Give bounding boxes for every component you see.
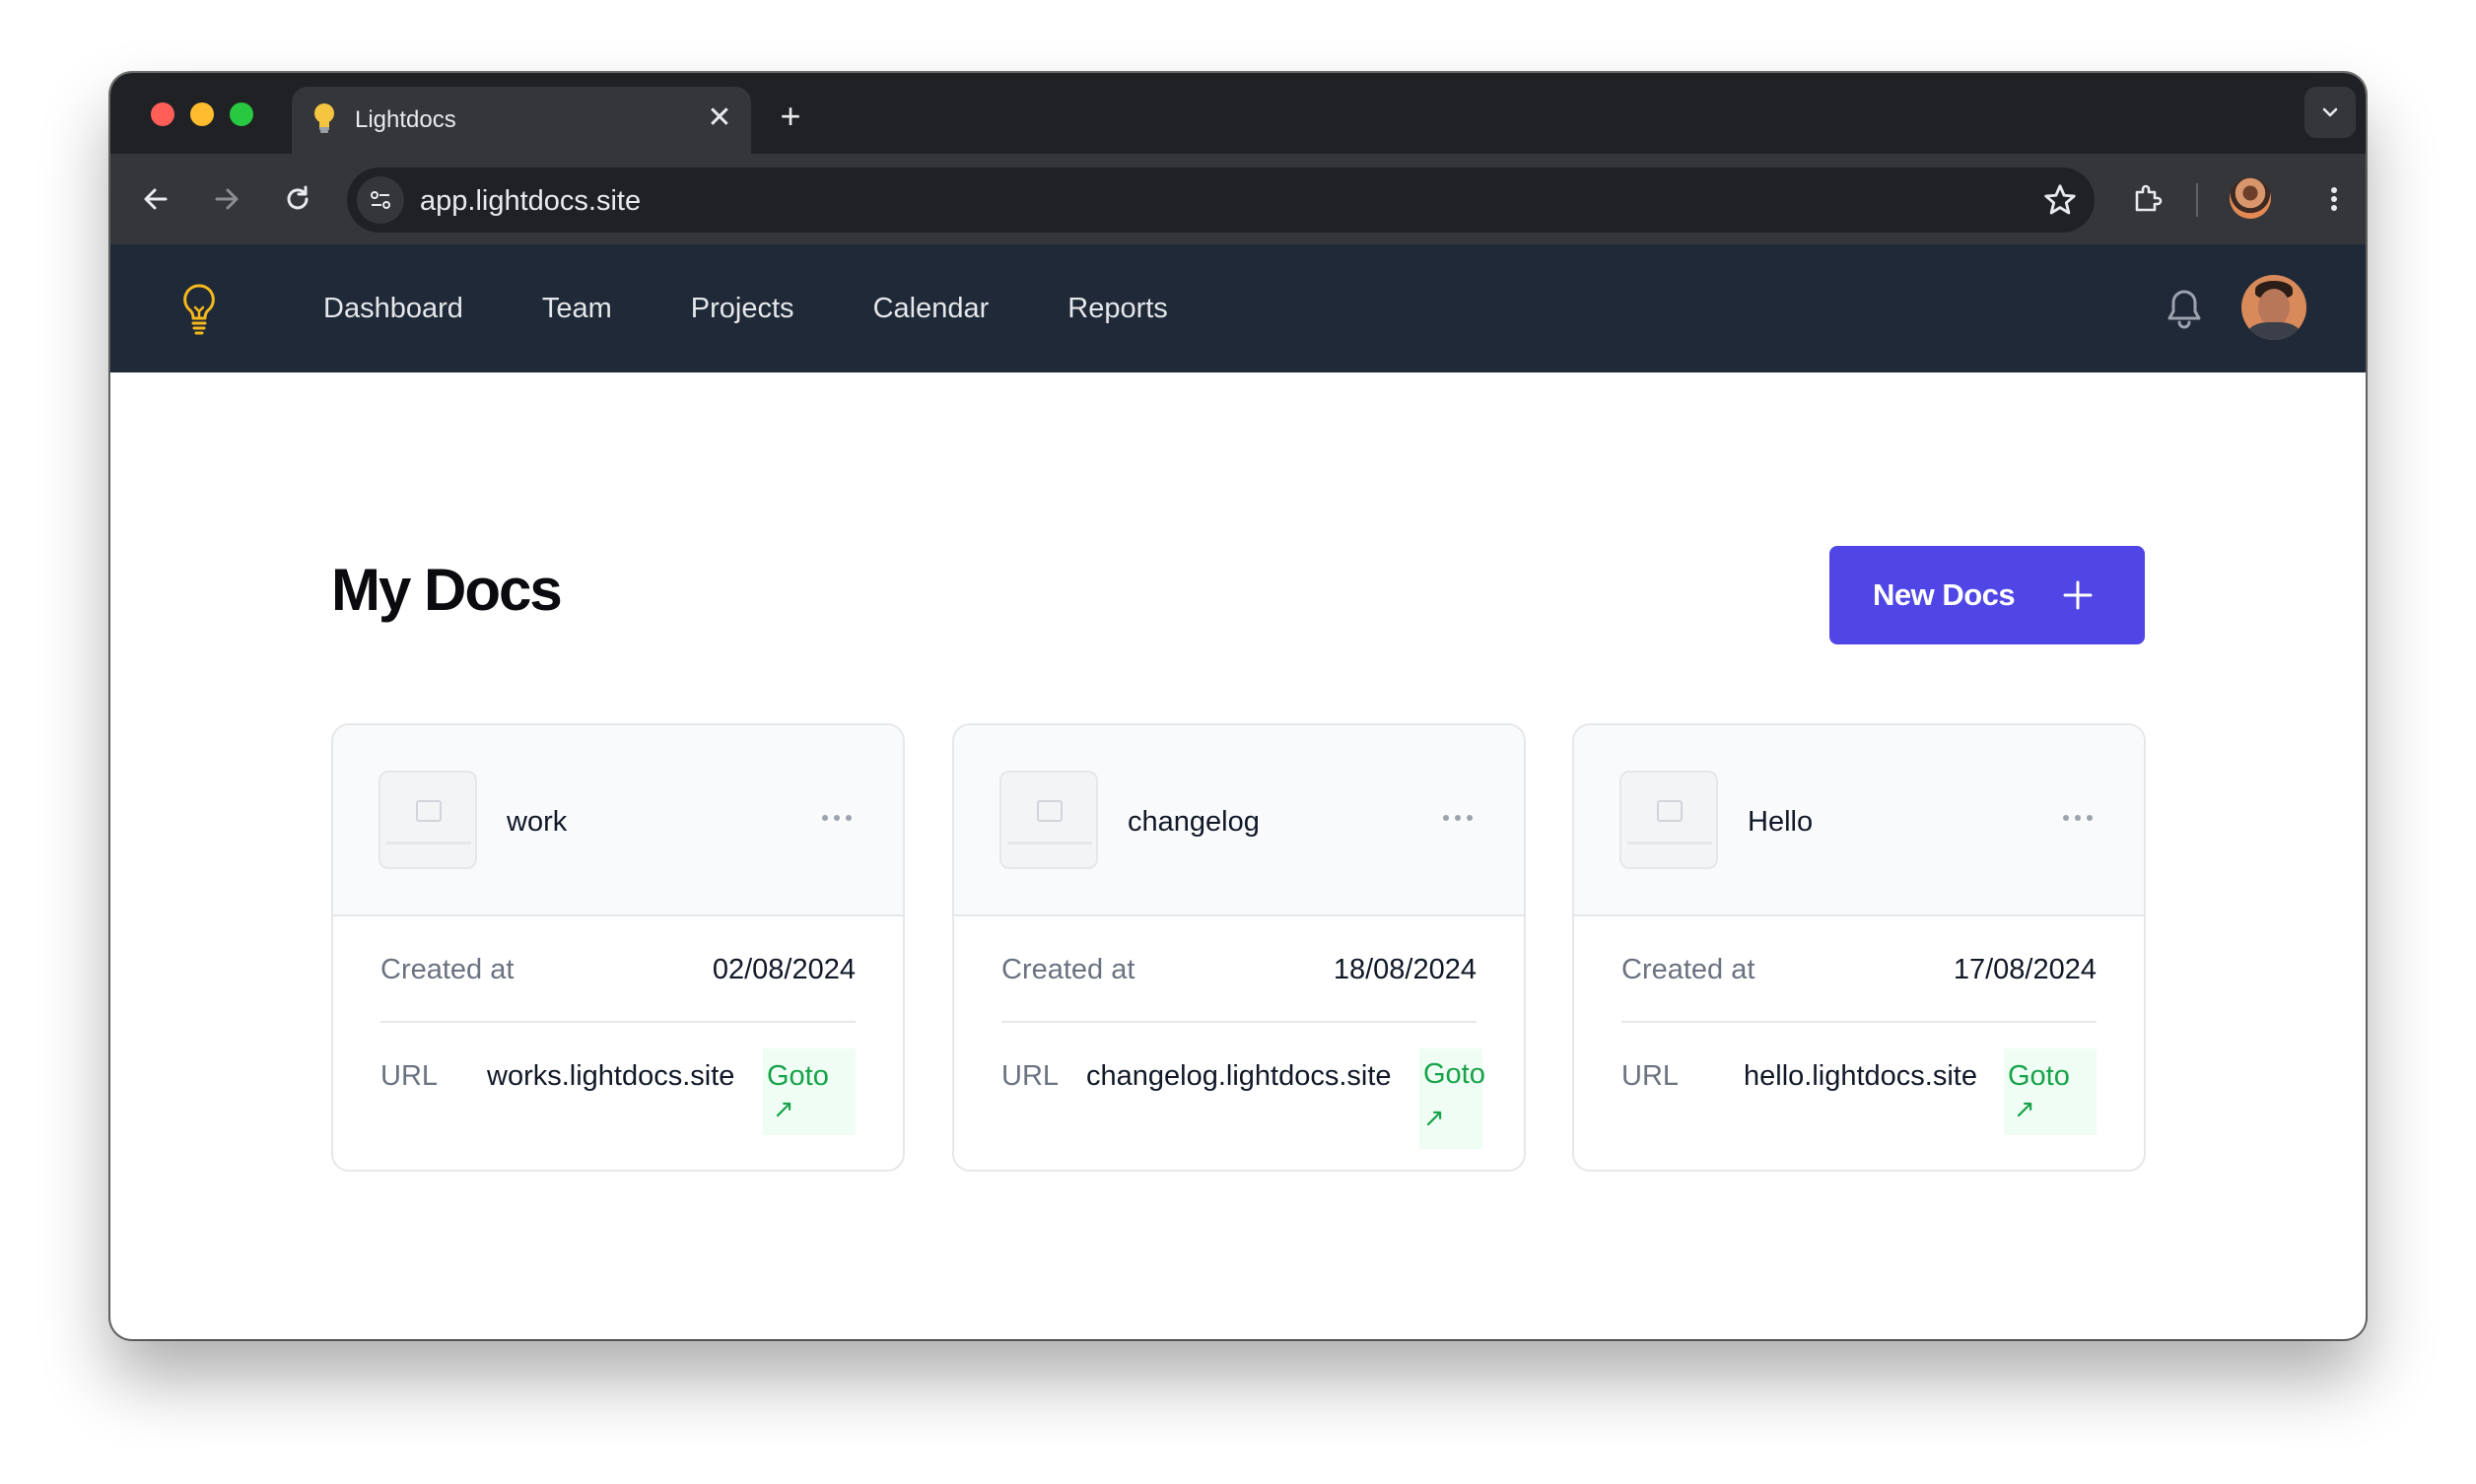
toolbar-divider (2196, 183, 2198, 217)
tab-search-button[interactable] (2304, 87, 2356, 138)
main-nav: Dashboard Team Projects Calendar Reports (323, 244, 1247, 372)
doc-card-header: work (333, 725, 903, 916)
nav-reports[interactable]: Reports (1067, 293, 1168, 325)
reload-button[interactable] (278, 179, 317, 219)
ellipsis-icon[interactable] (2061, 808, 2095, 828)
doc-url: changelog.lightdocs.site (1086, 1060, 1392, 1092)
goto-link[interactable]: Goto↗ (1419, 1048, 1485, 1149)
doc-card-body: Created at 18/08/2024 URL changelog.ligh… (1001, 916, 1485, 1170)
doc-url: works.lightdocs.site (487, 1060, 735, 1092)
doc-thumbnail (378, 771, 477, 869)
doc-card-body: Created at 02/08/2024 URL works.lightdoc… (380, 916, 856, 1170)
site-settings-button[interactable] (357, 176, 404, 224)
nav-team[interactable]: Team (542, 293, 612, 325)
new-docs-button[interactable]: New Docs (1829, 546, 2145, 644)
doc-name[interactable]: changelog (1128, 806, 1260, 839)
goto-link[interactable]: Goto↗ (2004, 1048, 2097, 1135)
tab-title: Lightdocs (355, 106, 456, 133)
user-avatar[interactable] (2241, 275, 2306, 340)
doc-thumbnail (999, 771, 1098, 869)
site-settings-icon (371, 191, 390, 209)
doc-card-header: changelog (954, 725, 1524, 916)
url-label: URL (1001, 1060, 1060, 1092)
forward-icon (215, 188, 239, 210)
url-text: app.lightdocs.site (420, 185, 642, 217)
back-button[interactable] (136, 179, 175, 219)
new-docs-label: New Docs (1873, 577, 2016, 612)
arrow-up-right-icon: ↗ (2014, 1094, 2035, 1123)
doc-card-body: Created at 17/08/2024 URL hello.lightdoc… (1621, 916, 2097, 1170)
doc-name[interactable]: work (507, 806, 567, 839)
doc-card: work Created at 02/08/2024 URL works.lig… (331, 723, 905, 1172)
close-window-button[interactable] (151, 102, 174, 126)
forward-button[interactable] (207, 179, 246, 219)
browser-window: Lightdocs ✕ + app.lightdocs.site Dashboa… (110, 73, 2366, 1339)
browser-tab[interactable]: Lightdocs ✕ (292, 87, 751, 154)
extensions-icon (2135, 184, 2163, 212)
ellipsis-icon[interactable] (1441, 808, 1475, 828)
ellipsis-icon[interactable] (820, 808, 854, 828)
reload-icon (287, 185, 309, 210)
created-label: Created at (1001, 954, 1135, 985)
created-label: Created at (1621, 954, 1755, 985)
arrow-up-right-icon: ↗ (773, 1094, 794, 1123)
back-icon (144, 188, 168, 210)
chevron-down-icon (2322, 107, 2338, 117)
doc-name[interactable]: Hello (1748, 806, 1813, 839)
browser-toolbar: app.lightdocs.site (110, 154, 2366, 244)
url-label: URL (1621, 1060, 1680, 1092)
doc-card: changelog Created at 18/08/2024 URL chan… (952, 723, 1526, 1172)
kebab-menu-icon (2331, 187, 2337, 211)
minimize-window-button[interactable] (190, 102, 214, 126)
plus-icon[interactable]: + (771, 97, 810, 136)
url-label: URL (380, 1060, 439, 1092)
lightbulb-icon[interactable] (179, 282, 219, 337)
page-title: My Docs (331, 557, 563, 623)
nav-calendar[interactable]: Calendar (873, 293, 990, 325)
nav-dashboard[interactable]: Dashboard (323, 293, 463, 325)
close-icon[interactable]: ✕ (704, 102, 735, 134)
created-date: 17/08/2024 (1953, 954, 2097, 985)
doc-url: hello.lightdocs.site (1744, 1060, 1977, 1092)
bell-icon[interactable] (2163, 286, 2206, 331)
star-icon[interactable] (2041, 181, 2079, 219)
arrow-up-right-icon: ↗ (1423, 1103, 1445, 1132)
doc-thumbnail (1619, 771, 1718, 869)
nav-projects[interactable]: Projects (691, 293, 794, 325)
created-date: 02/08/2024 (712, 954, 856, 985)
extensions-button[interactable] (2128, 179, 2167, 219)
lightbulb-icon (314, 103, 334, 133)
maximize-window-button[interactable] (230, 102, 253, 126)
doc-card: Hello Created at 17/08/2024 URL hello.li… (1572, 723, 2146, 1172)
doc-card-header: Hello (1574, 725, 2144, 916)
plus-icon (2063, 580, 2093, 610)
created-date: 18/08/2024 (1333, 954, 1477, 985)
address-bar[interactable]: app.lightdocs.site (347, 168, 2095, 233)
browser-profile-avatar[interactable] (2230, 177, 2271, 219)
app-navbar: Dashboard Team Projects Calendar Reports (110, 244, 2366, 372)
goto-link[interactable]: Goto↗ (763, 1048, 856, 1135)
tab-strip: Lightdocs ✕ + (110, 73, 2366, 154)
created-label: Created at (380, 954, 515, 985)
browser-menu-button[interactable] (2314, 179, 2354, 219)
